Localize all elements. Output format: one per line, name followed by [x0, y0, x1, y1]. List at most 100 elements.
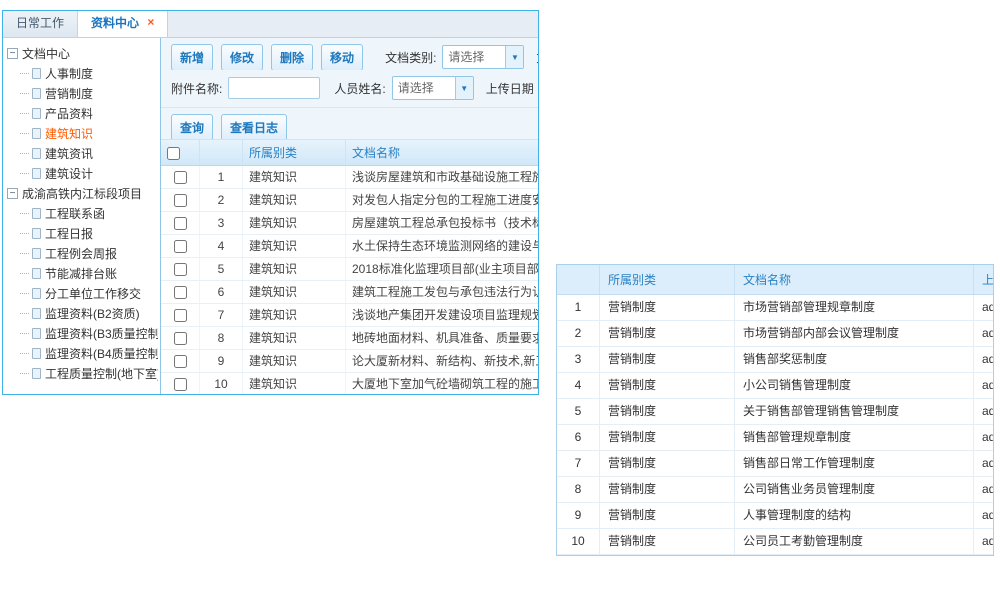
row-doc-name: 大厦地下室加气砼墙砌筑工程的施工方... [346, 373, 539, 395]
tree-guide-line [20, 233, 29, 234]
row-doc-name: 对发包人指定分包的工程施工进度安排... [346, 189, 539, 212]
row-category: 营销制度 [600, 373, 735, 399]
sidebar-item-marketing[interactable]: 营销制度 [7, 83, 158, 103]
row-doc-name: 2018标准化监理项目部(业主项目部)人员... [346, 258, 539, 281]
row-doc-name: 水土保持生态环境监测网络的建设与资... [346, 235, 539, 258]
row-category: 建筑知识 [243, 258, 346, 281]
doc-category-value: 请选择 [443, 46, 505, 68]
header-number [200, 140, 243, 166]
panel-body: − 文档中心 人事制度 营销制度 产品资料 建筑知识 [3, 38, 538, 394]
sidebar-root-project[interactable]: − 成渝高铁内江标段项目 [7, 183, 158, 203]
row-category: 营销制度 [600, 503, 735, 529]
sidebar-item-supervision-b4[interactable]: 监理资料(B4质量控制) [7, 343, 158, 363]
sidebar-item-weekly-meeting[interactable]: 工程例会周报 [7, 243, 158, 263]
table-row: 2 营销制度 市场营销部内部会议管理制度 admin [557, 321, 993, 347]
doc-category-select[interactable]: 请选择 ▼ [442, 45, 524, 69]
table-row: 4 建筑知识 水土保持生态环境监测网络的建设与资... [161, 235, 538, 258]
row-checkbox[interactable] [174, 332, 187, 345]
row-category: 建筑知识 [243, 281, 346, 304]
row-doc-name: 人事管理制度的结构 [735, 503, 974, 529]
add-button[interactable]: 新增 [171, 44, 213, 70]
tab-data-center[interactable]: 资料中心 × [78, 11, 168, 37]
attachment-name-input[interactable] [228, 77, 320, 99]
document-icon [32, 368, 41, 379]
table-row: 5 营销制度 关于销售部管理销售管理制度 admin [557, 399, 993, 425]
sidebar-item-building-design[interactable]: 建筑设计 [7, 163, 158, 183]
document-icon [32, 288, 41, 299]
tab-label: 资料中心 [91, 16, 139, 30]
row-uploader: admin [974, 321, 994, 347]
delete-button[interactable]: 删除 [271, 44, 313, 70]
sidebar-item-energy-ledger[interactable]: 节能减排台账 [7, 263, 158, 283]
row-uploader: admin [974, 425, 994, 451]
sidebar-root-label: 成渝高铁内江标段项目 [22, 185, 142, 202]
row-category: 营销制度 [600, 295, 735, 321]
person-name-label: 人员姓名: [334, 80, 385, 97]
row-checkbox[interactable] [174, 217, 187, 230]
document-icon [32, 168, 41, 179]
row-category: 营销制度 [600, 425, 735, 451]
row-number: 5 [557, 399, 600, 425]
sidebar-item-project-letters[interactable]: 工程联系函 [7, 203, 158, 223]
close-tab-icon[interactable]: × [147, 15, 154, 29]
row-checkbox[interactable] [174, 378, 187, 391]
chevron-down-icon: ▼ [505, 46, 523, 68]
sidebar-item-building-news[interactable]: 建筑资讯 [7, 143, 158, 163]
marketing-docs-table: 所属别类 文档名称 上传... 1 营销制度 市场营销部管理规章制度 admin… [557, 265, 993, 555]
sidebar-item-label: 建筑资讯 [45, 145, 93, 162]
collapse-icon[interactable]: − [7, 48, 18, 59]
row-doc-name: 销售部奖惩制度 [735, 347, 974, 373]
sidebar-item-building-knowledge[interactable]: 建筑知识 [7, 123, 158, 143]
view-log-button[interactable]: 查看日志 [221, 114, 287, 141]
row-checkbox[interactable] [174, 194, 187, 207]
category-tree-sidebar: − 文档中心 人事制度 营销制度 产品资料 建筑知识 [3, 38, 161, 394]
row-checkbox[interactable] [174, 263, 187, 276]
row-checkbox[interactable] [174, 171, 187, 184]
row-number: 9 [557, 503, 600, 529]
person-name-select[interactable]: 请选择 ▼ [392, 76, 474, 100]
row-uploader: admin [974, 399, 994, 425]
edit-button[interactable]: 修改 [221, 44, 263, 70]
row-doc-name: 浅谈地产集团开发建设项目监理规划编... [346, 304, 539, 327]
sidebar-item-personnel[interactable]: 人事制度 [7, 63, 158, 83]
select-all-checkbox[interactable] [167, 147, 180, 160]
sidebar-root-doc-center[interactable]: − 文档中心 [7, 43, 158, 63]
tree-guide-line [20, 93, 29, 94]
table-header-row: 所属别类 文档名称 上传... [557, 265, 993, 295]
row-checkbox[interactable] [174, 355, 187, 368]
action-row: 查询 查看日志 [161, 107, 538, 140]
row-doc-name: 小公司销售管理制度 [735, 373, 974, 399]
tree-guide-line [20, 313, 29, 314]
tree-guide-line [20, 133, 29, 134]
query-button[interactable]: 查询 [171, 114, 213, 141]
tree-guide-line [20, 253, 29, 254]
row-checkbox[interactable] [174, 309, 187, 322]
row-number: 10 [557, 529, 600, 555]
sidebar-item-daily-report[interactable]: 工程日报 [7, 223, 158, 243]
row-category: 建筑知识 [243, 235, 346, 258]
table-row: 8 建筑知识 地砖地面材料、机具准备、质量要求及... [161, 327, 538, 350]
row-checkbox[interactable] [174, 240, 187, 253]
collapse-icon[interactable]: − [7, 188, 18, 199]
sidebar-item-supervision-b2[interactable]: 监理资料(B2资质) [7, 303, 158, 323]
header-uploader-clipped: 上传... [974, 265, 994, 295]
row-doc-name: 销售部管理规章制度 [735, 425, 974, 451]
tab-daily-work[interactable]: 日常工作 [3, 11, 78, 37]
table-row: 2 建筑知识 对发包人指定分包的工程施工进度安排... [161, 189, 538, 212]
sidebar-item-supervision-b3[interactable]: 监理资料(B3质量控制) [7, 323, 158, 343]
sidebar-item-product[interactable]: 产品资料 [7, 103, 158, 123]
move-button[interactable]: 移动 [321, 44, 363, 70]
sidebar-item-label: 营销制度 [45, 85, 93, 102]
sidebar-item-quality-basement[interactable]: 工程质量控制(地下室) [7, 363, 158, 383]
sidebar-item-label: 分工单位工作移交 [45, 285, 141, 302]
row-uploader: admin [974, 529, 994, 555]
row-doc-name: 公司销售业务员管理制度 [735, 477, 974, 503]
row-number: 1 [200, 166, 243, 189]
row-number: 4 [557, 373, 600, 399]
header-doc-name: 文档名称 [735, 265, 974, 295]
sidebar-item-label: 产品资料 [45, 105, 93, 122]
sidebar-item-work-transfer[interactable]: 分工单位工作移交 [7, 283, 158, 303]
document-icon [32, 68, 41, 79]
header-category: 所属别类 [600, 265, 735, 295]
row-checkbox[interactable] [174, 286, 187, 299]
